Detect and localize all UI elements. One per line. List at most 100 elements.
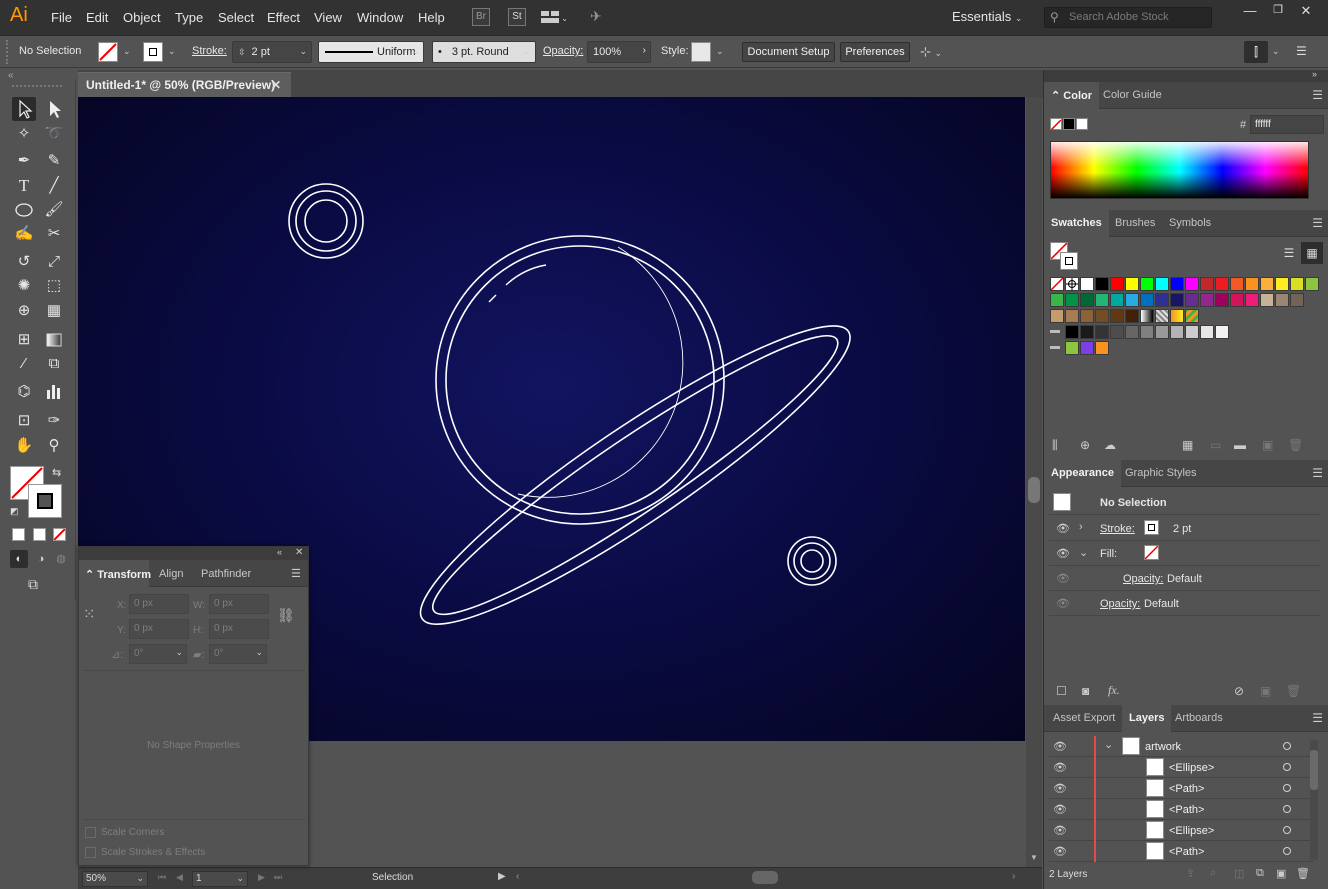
control-panel-menu-icon[interactable]: ☰ [1296,44,1307,58]
delete-swatch-icon[interactable]: 🗑 [1288,438,1303,452]
preferences-button[interactable]: Preferences [840,42,910,62]
color-swatch[interactable] [1065,341,1079,355]
workspace-switcher[interactable]: Essentials ⌄ [952,9,1022,24]
tab-artboards[interactable]: Artboards [1168,705,1230,732]
fill-visibility-eye-icon[interactable]: 👁 [1056,547,1070,560]
swatch-libraries-icon[interactable]: ⫼ [1052,438,1058,453]
stroke-label[interactable]: Stroke: [192,45,227,57]
delete-item-icon[interactable]: 🗑 [1286,684,1301,698]
appearance-fill-label[interactable]: Fill: [1100,548,1117,560]
draw-behind-icon[interactable]: ◑ [32,550,50,568]
selection-tool-icon[interactable] [12,97,36,121]
none-color-swatch[interactable] [1050,118,1062,131]
document-setup-button[interactable]: Document Setup [742,42,835,62]
status-menu-arrow-icon[interactable]: ▶ [498,871,506,882]
make-clipping-mask-icon[interactable]: ◫ [1234,867,1244,880]
color-swatch[interactable] [1155,293,1169,307]
menu-window[interactable]: Window [357,10,403,25]
curvature-tool-icon[interactable]: ✎ [42,149,66,173]
color-swatch[interactable] [1140,325,1154,339]
stroke-indicator[interactable] [28,484,62,518]
stroke-expand-icon[interactable]: › [1079,521,1083,533]
new-swatch-icon[interactable]: ▣ [1262,438,1273,452]
artboard-number-field[interactable]: 1 ⌄ [192,871,248,887]
item-name[interactable]: <Ellipse> [1169,762,1214,774]
color-swatch[interactable] [1140,293,1154,307]
tab-swatches[interactable]: Swatches [1044,210,1109,237]
bridge-icon[interactable]: Br [472,8,490,26]
hex-input[interactable]: ffffff [1250,115,1324,134]
opacity-label[interactable]: Opacity: [543,45,583,57]
color-swatch[interactable] [1125,309,1139,323]
stroke-weight-field[interactable]: ⇳ 2 pt ⌄ [232,41,312,63]
appearance-fill-row[interactable]: 👁 ⌄ Fill: [1049,541,1321,566]
color-swatch[interactable] [1245,293,1259,307]
black-color-swatch[interactable] [1063,118,1075,130]
grid-view-icon[interactable]: ▦ [1301,242,1323,264]
color-panel-menu-icon[interactable]: ☰ [1312,88,1323,102]
rotate-tool-icon[interactable]: ↺ [12,250,36,274]
color-swatch[interactable] [1155,277,1169,291]
color-swatch[interactable] [1275,277,1289,291]
minimize-button[interactable]: — [1236,3,1264,21]
layer-target-icon[interactable] [1283,742,1291,750]
stock-search-input[interactable]: ⚲ Search Adobe Stock [1044,7,1212,28]
default-fill-stroke-icon[interactable]: ◩ [10,506,19,517]
align-to-icon[interactable]: ⊹ ⌄ [920,44,950,62]
color-swatch[interactable] [1215,293,1229,307]
swatch-stroke-indicator[interactable] [1060,252,1078,270]
snap-dropdown-icon[interactable]: ⌄ [1272,46,1280,57]
scale-tool-icon[interactable]: ⤢ [42,250,66,274]
artboard-tool-icon[interactable]: ⊡ [12,409,36,433]
stroke-visibility-eye-icon[interactable]: 👁 [1056,522,1070,535]
layer-name[interactable]: artwork [1145,741,1181,753]
screen-mode-icon[interactable]: ⧉ [28,576,38,593]
direct-selection-tool-icon[interactable] [42,97,66,121]
color-swatch[interactable] [1110,293,1124,307]
variable-width-profile[interactable]: Uniform [318,41,424,63]
item-visibility-eye-icon[interactable]: 👁 [1053,782,1067,795]
menu-effect[interactable]: Effect [267,10,300,25]
collapse-panel-icon[interactable]: « [277,547,282,557]
item-visibility-eye-icon[interactable]: 👁 [1053,824,1067,837]
item-visibility-eye-icon[interactable]: 👁 [1053,761,1067,774]
color-swatch[interactable] [1110,309,1124,323]
tab-symbols[interactable]: Symbols [1162,210,1218,237]
item-target-icon[interactable] [1283,784,1291,792]
shape-builder-tool-icon[interactable]: ⊕ [12,299,36,323]
eyedropper-tool-icon[interactable]: ⁄ [12,352,36,376]
color-swatch[interactable] [1065,325,1079,339]
scale-corners-checkbox[interactable] [85,827,96,838]
color-swatch[interactable] [1140,277,1154,291]
style-dropdown-icon[interactable]: ⌄ [716,46,724,57]
color-swatch[interactable] [1290,293,1304,307]
color-swatch[interactable] [1110,325,1124,339]
item-name[interactable]: <Path> [1169,804,1204,816]
graphic-style-swatch[interactable] [691,42,711,62]
slice-tool-icon[interactable]: ✑ [42,409,66,433]
dock-titlebar[interactable]: » [1044,69,1328,82]
collect-for-export-icon[interactable]: ⇪ [1186,867,1195,880]
tab-graphic-styles[interactable]: Graphic Styles [1118,460,1204,487]
gradient-swatch[interactable] [1170,309,1184,323]
swatch-registration[interactable] [1065,277,1079,291]
gradient-mode-icon[interactable] [33,528,46,541]
tab-brushes[interactable]: Brushes [1108,210,1162,237]
item-target-icon[interactable] [1283,805,1291,813]
color-swatch[interactable] [1080,293,1094,307]
layer-row-artwork[interactable]: 👁 ⌄ artwork [1049,736,1314,757]
color-swatch[interactable] [1050,293,1064,307]
perspective-grid-tool-icon[interactable]: ▦ [42,299,66,323]
color-swatch[interactable] [1200,293,1214,307]
new-layer-icon[interactable]: ▣ [1276,867,1286,880]
transform-panel-titlebar[interactable]: « ✕ [79,547,308,560]
new-sublayer-icon[interactable]: ⧉ [1256,867,1264,880]
constrain-proportions-icon[interactable]: ⛓ [277,607,295,624]
menu-file[interactable]: File [51,10,72,25]
color-swatch[interactable] [1125,325,1139,339]
show-swatch-kinds-icon[interactable]: ⊕ [1080,438,1090,452]
swatch-group-folder-icon[interactable]: ▬ [1050,341,1064,355]
swatch-group-folder-icon[interactable]: ▬ [1050,325,1064,339]
column-graph-tool-icon[interactable] [42,380,66,404]
add-stroke-icon[interactable]: ☐ [1056,684,1067,698]
